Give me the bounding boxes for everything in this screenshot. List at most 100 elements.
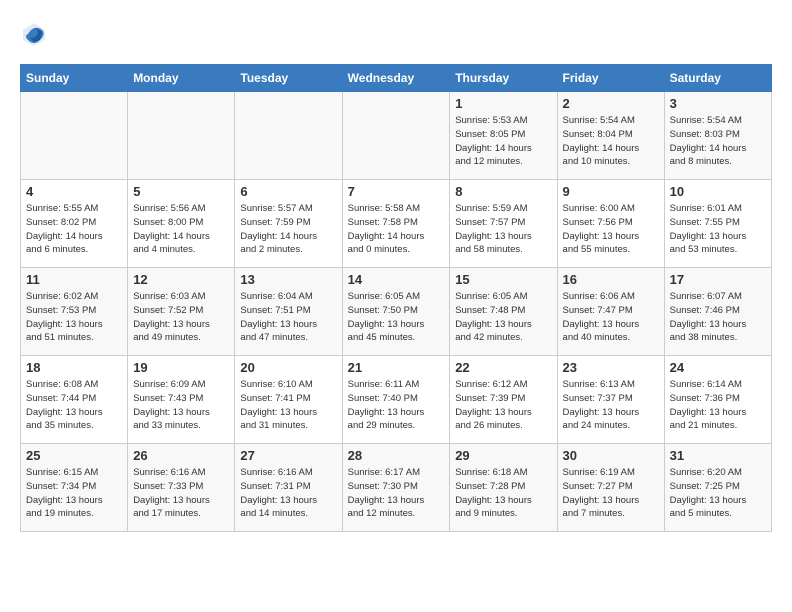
day-number: 15 bbox=[455, 272, 551, 287]
day-info: Sunrise: 6:14 AMSunset: 7:36 PMDaylight:… bbox=[670, 378, 766, 433]
day-header-friday: Friday bbox=[557, 65, 664, 92]
day-number: 1 bbox=[455, 96, 551, 111]
calendar-week-2: 4 Sunrise: 5:55 AMSunset: 8:02 PMDaylight… bbox=[21, 180, 772, 268]
day-info: Sunrise: 6:15 AMSunset: 7:34 PMDaylight:… bbox=[26, 466, 122, 521]
calendar-day: 27 Sunrise: 6:16 AMSunset: 7:31 PMDayligh… bbox=[235, 444, 342, 532]
day-header-tuesday: Tuesday bbox=[235, 65, 342, 92]
day-header-thursday: Thursday bbox=[450, 65, 557, 92]
day-info: Sunrise: 5:55 AMSunset: 8:02 PMDaylight:… bbox=[26, 202, 122, 257]
day-number: 18 bbox=[26, 360, 122, 375]
day-number: 6 bbox=[240, 184, 336, 199]
calendar-day: 5 Sunrise: 5:56 AMSunset: 8:00 PMDaylight… bbox=[128, 180, 235, 268]
calendar-day: 16 Sunrise: 6:06 AMSunset: 7:47 PMDayligh… bbox=[557, 268, 664, 356]
day-header-sunday: Sunday bbox=[21, 65, 128, 92]
day-number: 23 bbox=[563, 360, 659, 375]
calendar-day: 8 Sunrise: 5:59 AMSunset: 7:57 PMDaylight… bbox=[450, 180, 557, 268]
calendar-header-row: SundayMondayTuesdayWednesdayThursdayFrid… bbox=[21, 65, 772, 92]
day-info: Sunrise: 5:54 AMSunset: 8:03 PMDaylight:… bbox=[670, 114, 766, 169]
calendar-day: 17 Sunrise: 6:07 AMSunset: 7:46 PMDayligh… bbox=[664, 268, 771, 356]
calendar-day: 18 Sunrise: 6:08 AMSunset: 7:44 PMDayligh… bbox=[21, 356, 128, 444]
calendar-day: 30 Sunrise: 6:19 AMSunset: 7:27 PMDayligh… bbox=[557, 444, 664, 532]
calendar-day: 23Sunrise: 6:13 AMSunset: 7:37 PMDayligh… bbox=[557, 356, 664, 444]
calendar-day: 22 Sunrise: 6:12 AMSunset: 7:39 PMDayligh… bbox=[450, 356, 557, 444]
calendar-day: 21 Sunrise: 6:11 AMSunset: 7:40 PMDayligh… bbox=[342, 356, 450, 444]
calendar-day: 6Sunrise: 5:57 AMSunset: 7:59 PMDaylight… bbox=[235, 180, 342, 268]
day-number: 29 bbox=[455, 448, 551, 463]
day-number: 10 bbox=[670, 184, 766, 199]
day-info: Sunrise: 5:53 AMSunset: 8:05 PMDaylight:… bbox=[455, 114, 551, 169]
day-info: Sunrise: 6:12 AMSunset: 7:39 PMDaylight:… bbox=[455, 378, 551, 433]
calendar-day: 3 Sunrise: 5:54 AMSunset: 8:03 PMDaylight… bbox=[664, 92, 771, 180]
calendar-day: 15 Sunrise: 6:05 AMSunset: 7:48 PMDayligh… bbox=[450, 268, 557, 356]
calendar-day bbox=[21, 92, 128, 180]
calendar-week-1: 1 Sunrise: 5:53 AMSunset: 8:05 PMDaylight… bbox=[21, 92, 772, 180]
day-number: 3 bbox=[670, 96, 766, 111]
day-info: Sunrise: 6:09 AMSunset: 7:43 PMDaylight:… bbox=[133, 378, 229, 433]
day-info: Sunrise: 6:05 AMSunset: 7:48 PMDaylight:… bbox=[455, 290, 551, 345]
day-info: Sunrise: 5:54 AMSunset: 8:04 PMDaylight:… bbox=[563, 114, 659, 169]
day-info: Sunrise: 5:58 AMSunset: 7:58 PMDaylight:… bbox=[348, 202, 445, 257]
calendar-day: 7 Sunrise: 5:58 AMSunset: 7:58 PMDaylight… bbox=[342, 180, 450, 268]
calendar-day: 28 Sunrise: 6:17 AMSunset: 7:30 PMDayligh… bbox=[342, 444, 450, 532]
logo bbox=[20, 20, 52, 48]
calendar-day bbox=[342, 92, 450, 180]
day-header-monday: Monday bbox=[128, 65, 235, 92]
day-info: Sunrise: 6:18 AMSunset: 7:28 PMDaylight:… bbox=[455, 466, 551, 521]
calendar-day: 31 Sunrise: 6:20 AMSunset: 7:25 PMDayligh… bbox=[664, 444, 771, 532]
day-number: 19 bbox=[133, 360, 229, 375]
day-number: 25 bbox=[26, 448, 122, 463]
day-number: 30 bbox=[563, 448, 659, 463]
day-number: 7 bbox=[348, 184, 445, 199]
calendar-day: 25 Sunrise: 6:15 AMSunset: 7:34 PMDayligh… bbox=[21, 444, 128, 532]
day-info: Sunrise: 5:59 AMSunset: 7:57 PMDaylight:… bbox=[455, 202, 551, 257]
day-info: Sunrise: 6:07 AMSunset: 7:46 PMDaylight:… bbox=[670, 290, 766, 345]
day-number: 12 bbox=[133, 272, 229, 287]
calendar-day: 12 Sunrise: 6:03 AMSunset: 7:52 PMDayligh… bbox=[128, 268, 235, 356]
calendar-week-5: 25 Sunrise: 6:15 AMSunset: 7:34 PMDayligh… bbox=[21, 444, 772, 532]
day-info: Sunrise: 6:20 AMSunset: 7:25 PMDaylight:… bbox=[670, 466, 766, 521]
calendar-day: 14Sunrise: 6:05 AMSunset: 7:50 PMDayligh… bbox=[342, 268, 450, 356]
day-info: Sunrise: 6:01 AMSunset: 7:55 PMDaylight:… bbox=[670, 202, 766, 257]
day-number: 14 bbox=[348, 272, 445, 287]
day-info: Sunrise: 5:56 AMSunset: 8:00 PMDaylight:… bbox=[133, 202, 229, 257]
day-number: 17 bbox=[670, 272, 766, 287]
day-info: Sunrise: 6:00 AMSunset: 7:56 PMDaylight:… bbox=[563, 202, 659, 257]
calendar-day: 1 Sunrise: 5:53 AMSunset: 8:05 PMDaylight… bbox=[450, 92, 557, 180]
day-info: Sunrise: 6:16 AMSunset: 7:31 PMDaylight:… bbox=[240, 466, 336, 521]
day-number: 13 bbox=[240, 272, 336, 287]
day-info: Sunrise: 6:03 AMSunset: 7:52 PMDaylight:… bbox=[133, 290, 229, 345]
logo-icon bbox=[20, 20, 48, 48]
day-header-wednesday: Wednesday bbox=[342, 65, 450, 92]
day-info: Sunrise: 6:08 AMSunset: 7:44 PMDaylight:… bbox=[26, 378, 122, 433]
calendar-day: 9Sunrise: 6:00 AMSunset: 7:56 PMDaylight… bbox=[557, 180, 664, 268]
day-number: 24 bbox=[670, 360, 766, 375]
day-info: Sunrise: 6:04 AMSunset: 7:51 PMDaylight:… bbox=[240, 290, 336, 345]
calendar-day: 4 Sunrise: 5:55 AMSunset: 8:02 PMDaylight… bbox=[21, 180, 128, 268]
day-number: 21 bbox=[348, 360, 445, 375]
day-info: Sunrise: 6:02 AMSunset: 7:53 PMDaylight:… bbox=[26, 290, 122, 345]
day-number: 26 bbox=[133, 448, 229, 463]
day-number: 28 bbox=[348, 448, 445, 463]
day-number: 27 bbox=[240, 448, 336, 463]
calendar-table: SundayMondayTuesdayWednesdayThursdayFrid… bbox=[20, 64, 772, 532]
day-number: 4 bbox=[26, 184, 122, 199]
day-info: Sunrise: 6:17 AMSunset: 7:30 PMDaylight:… bbox=[348, 466, 445, 521]
day-number: 11 bbox=[26, 272, 122, 287]
calendar-day: 10 Sunrise: 6:01 AMSunset: 7:55 PMDayligh… bbox=[664, 180, 771, 268]
day-info: Sunrise: 6:06 AMSunset: 7:47 PMDaylight:… bbox=[563, 290, 659, 345]
day-number: 8 bbox=[455, 184, 551, 199]
day-number: 2 bbox=[563, 96, 659, 111]
calendar-day: 24 Sunrise: 6:14 AMSunset: 7:36 PMDayligh… bbox=[664, 356, 771, 444]
day-info: Sunrise: 6:16 AMSunset: 7:33 PMDaylight:… bbox=[133, 466, 229, 521]
day-number: 31 bbox=[670, 448, 766, 463]
day-number: 5 bbox=[133, 184, 229, 199]
calendar-day bbox=[128, 92, 235, 180]
day-info: Sunrise: 6:10 AMSunset: 7:41 PMDaylight:… bbox=[240, 378, 336, 433]
calendar-day: 13 Sunrise: 6:04 AMSunset: 7:51 PMDayligh… bbox=[235, 268, 342, 356]
day-info: Sunrise: 6:11 AMSunset: 7:40 PMDaylight:… bbox=[348, 378, 445, 433]
calendar-day: 26 Sunrise: 6:16 AMSunset: 7:33 PMDayligh… bbox=[128, 444, 235, 532]
day-info: Sunrise: 6:19 AMSunset: 7:27 PMDaylight:… bbox=[563, 466, 659, 521]
day-number: 22 bbox=[455, 360, 551, 375]
day-number: 20 bbox=[240, 360, 336, 375]
day-number: 16 bbox=[563, 272, 659, 287]
